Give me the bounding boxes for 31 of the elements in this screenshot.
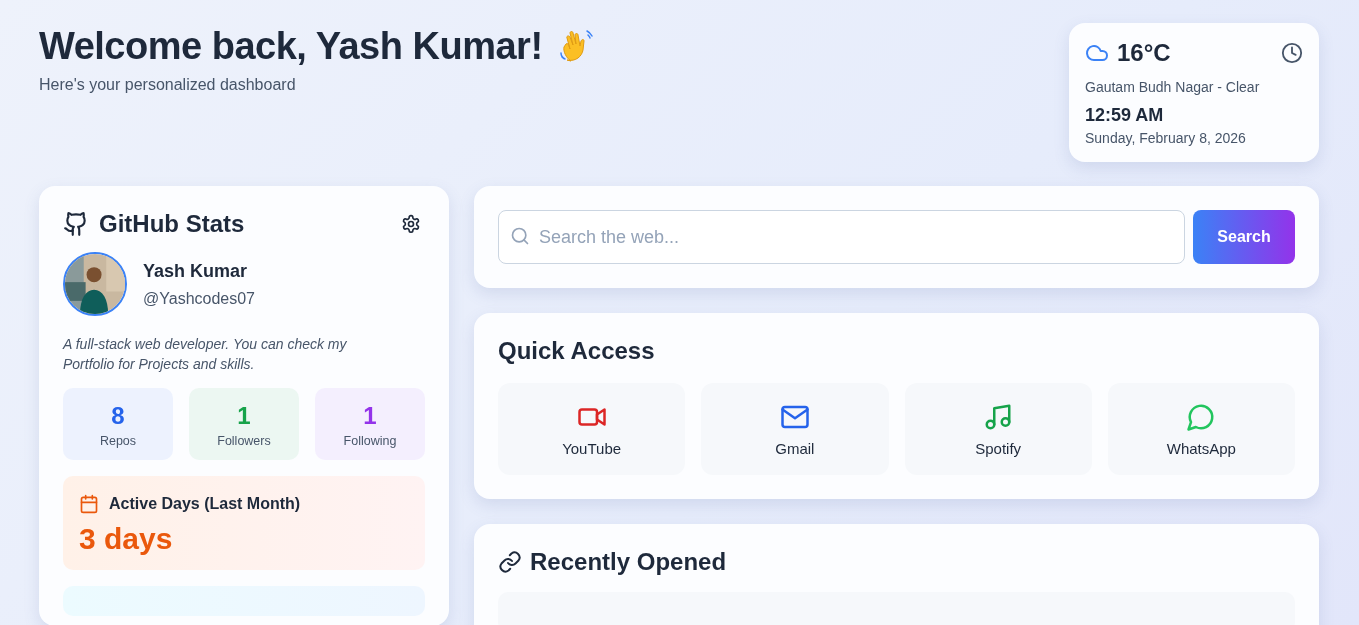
dashboard-subtitle: Here's your personalized dashboard [39,76,297,94]
profile-username: @Yashcodes07 [143,289,255,308]
calendar-icon [79,494,99,514]
profile-bio: A full-stack web developer. You can check my Portfolio for Projects and skills. [63,335,348,374]
stat-label: Following [343,434,397,448]
card-title: Recently Opened [530,548,727,576]
search-field[interactable]: Search the web... [498,210,1185,264]
welcome-heading: Welcome back, Yash Kumar! [39,25,543,68]
github-icon [63,211,89,237]
weather-location: Gautam Budh Nagar - Clear [1085,79,1261,95]
card-title: Quick Access [498,337,656,365]
current-date: Sunday, February 8, 2026 [1085,130,1247,146]
quick-access-tile[interactable]: WhatsApp [1107,383,1295,475]
card-title: GitHub Stats [99,210,245,238]
active-days-label: Active Days (Last Month) [109,495,301,513]
active-days-value: 3 days [79,522,174,556]
clock-icon [1281,42,1303,64]
quick-access-tile[interactable]: Spotify [904,383,1092,475]
search-button[interactable]: Search [1193,210,1295,264]
profile-name: Yash Kumar [143,260,249,282]
stat-value: 1 [363,402,377,430]
search-icon [510,226,530,246]
link-icon [498,550,522,574]
temperature: 16°C [1117,39,1171,67]
stat-label: Repos [99,434,137,448]
quick-access-tile[interactable]: Gmail [701,383,889,475]
current-time: 12:59 AM [1085,105,1165,126]
stat-value: 1 [237,402,251,430]
stat-value: 8 [111,402,125,430]
stat-label: Followers [217,434,271,448]
quick-access-tile[interactable]: YouTube [498,383,686,475]
